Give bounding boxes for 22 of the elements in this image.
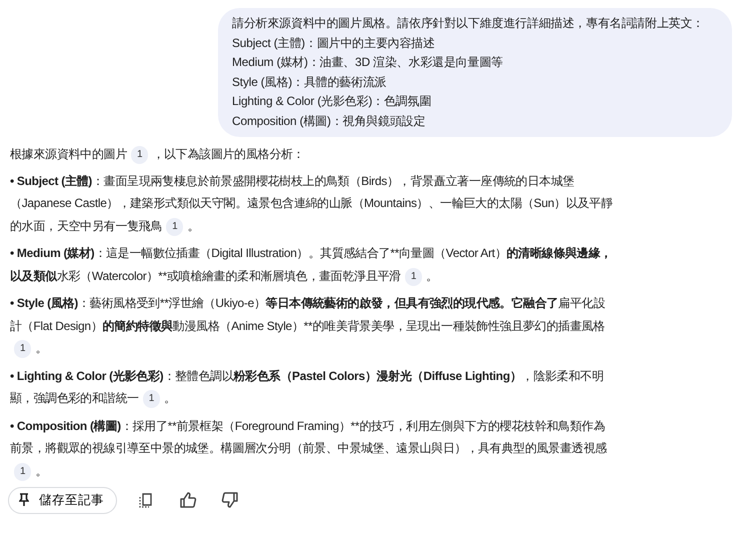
thumbs-up-icon — [179, 491, 197, 510]
message-line: Medium (媒材)：油畫、3D 渲染、水彩還是向量圖等 — [232, 54, 504, 71]
citation-chip[interactable]: 1 — [14, 340, 32, 358]
bullet-paragraph: • Lighting & Color (光影色彩)：整體色調以粉彩色系（Pastel Colors）漫射光（Diffuse Lighting），陰影柔和不明顯，強調色彩的和諧統一 1 。 — [10, 364, 616, 410]
save-to-notes-button[interactable]: 儲存至記事 — [8, 487, 117, 514]
bullet-paragraph: • Subject (主體)：畫面呈現兩隻棲息於前景盛開櫻花樹枝上的鳥類（Birds），背景矗立著一座傳統的日本城堡（Japanese Castle），建築形式類似天守閣。遠景包含連綿的山脈（Mountains）、一輪巨大的太陽（Sun）以及平靜的水面，天空中另有一隻飛鳥 1 。 — [10, 170, 616, 237]
message-line: Composition (構圖)：視角與鏡頭設定 — [232, 112, 426, 130]
bullet-paragraph: • Medium (媒材)：這是一幅數位插畫（Digital Illustration）。其質感結合了**向量圖（Vector Art）的清晰線條與邊緣，以及類似水彩（Watercolor）**或噴槍繪畫的柔和漸層填色，畫面乾淨且平滑 1 。 — [10, 242, 616, 287]
bullet-paragraph: • Style (風格)：藝術風格受到**浮世繪（Ukiyo-e）等日本傳統藝術的啟發，但具有強烈的現代感。它融合了扁平化設計（Flat Design）的簡約特徵與動漫風格（Anime Style）**的唯美背景美學，呈現出一種裝飾性強且夢幻的插畫風格 1 。 — [10, 292, 616, 360]
citation-chip[interactable]: 1 — [404, 268, 422, 286]
intro-paragraph: 根據來源資料中的圖片 1 ，以下為該圖片的風格分析： — [10, 143, 616, 166]
citation-chip[interactable]: 1 — [166, 218, 184, 236]
pin-icon — [19, 493, 29, 508]
citation-chip[interactable]: 1 — [131, 146, 148, 164]
bullet-paragraph: • Composition (構圖)：採用了**前景框架（Foreground Framing）**的技巧，利用左側與下方的櫻花枝幹和鳥類作為前景，將觀眾的視線引導至中景的城堡。構圖層次分明（前景、中景城堡、遠景山與日），具有典型的風景畫透視感 1 。 — [10, 414, 616, 482]
message-line: Style (風格)：具體的藝術流派 — [232, 74, 388, 90]
citation-chip[interactable]: 1 — [14, 462, 32, 480]
message-line: 請分析來源資料中的圖片風格。請依序針對以下維度進行詳細描述，專有名詞請附上英文： — [232, 15, 706, 32]
message-line: Lighting & Color (光影色彩)：色調氛圍 — [232, 93, 432, 110]
message-line: Subject (主體)：圖片中的主要內容描述 — [232, 34, 436, 52]
thumbs-down-icon — [221, 491, 239, 510]
citation-chip[interactable]: 1 — [142, 390, 160, 408]
